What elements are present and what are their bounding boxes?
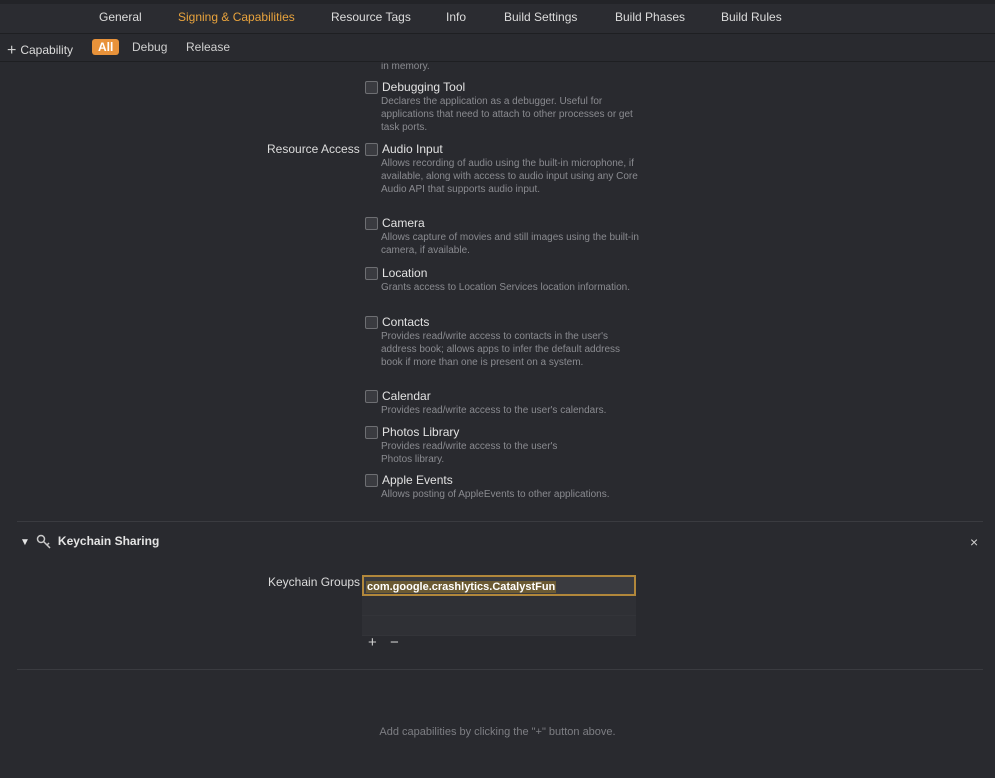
remove-keychain-group-button[interactable]: − bbox=[390, 634, 399, 651]
keychain-group-empty-row bbox=[362, 596, 636, 616]
location-title: Location bbox=[382, 266, 428, 280]
tab-build-phases[interactable]: Build Phases bbox=[615, 10, 685, 24]
photos-library-checkbox[interactable] bbox=[365, 426, 378, 439]
contacts-checkbox[interactable] bbox=[365, 316, 378, 329]
keychain-group-value[interactable]: com.google.crashlytics.CatalystFun bbox=[366, 581, 557, 593]
section-divider bbox=[17, 521, 983, 522]
truncated-description: in memory. bbox=[381, 62, 430, 72]
tab-bar-top-strip bbox=[0, 0, 995, 4]
section-divider bbox=[17, 669, 983, 670]
resource-access-label: Resource Access bbox=[267, 142, 360, 156]
add-capabilities-hint: Add capabilities by clicking the "+" but… bbox=[379, 726, 616, 738]
add-capability-label: Capability bbox=[20, 43, 74, 57]
photos-library-desc: Provides read/write access to the user's… bbox=[381, 441, 558, 465]
debugging-tool-title: Debugging Tool bbox=[382, 80, 466, 94]
filter-all[interactable]: All bbox=[92, 39, 120, 55]
keychain-sharing-title: Keychain Sharing bbox=[57, 534, 160, 549]
tab-info[interactable]: Info bbox=[446, 10, 466, 24]
audio-input-title: Audio Input bbox=[382, 142, 443, 156]
keychain-group-empty-row bbox=[362, 616, 636, 636]
calendar-checkbox[interactable] bbox=[365, 390, 378, 403]
location-desc: Grants access to Location Services locat… bbox=[381, 282, 631, 293]
calendar-title: Calendar bbox=[382, 389, 431, 403]
audio-input-desc: Allows recording of audio using the buil… bbox=[381, 158, 638, 195]
apple-events-checkbox[interactable] bbox=[365, 474, 378, 487]
location-checkbox[interactable] bbox=[365, 267, 378, 280]
keychain-group-row[interactable]: com.google.crashlytics.CatalystFun bbox=[362, 575, 636, 596]
filter-release[interactable]: Release bbox=[186, 40, 230, 54]
add-capability-button[interactable]: + Capability bbox=[7, 41, 73, 59]
apple-events-title: Apple Events bbox=[382, 473, 453, 487]
debugging-tool-desc: Declares the application as a debugger. … bbox=[381, 96, 633, 133]
keychain-groups-label: Keychain Groups bbox=[268, 575, 361, 589]
apple-events-desc: Allows posting of AppleEvents to other a… bbox=[381, 489, 610, 500]
tab-build-settings[interactable]: Build Settings bbox=[504, 10, 577, 24]
debugging-tool-checkbox[interactable] bbox=[365, 81, 378, 94]
camera-title: Camera bbox=[382, 216, 425, 230]
editor-tab-bar: General Signing & Capabilities Resource … bbox=[0, 0, 995, 34]
capabilities-scroll-area[interactable]: in memory. Debugging Tool Declares the a… bbox=[0, 62, 995, 778]
key-icon bbox=[36, 534, 51, 549]
tab-resource-tags[interactable]: Resource Tags bbox=[331, 10, 411, 24]
disclosure-triangle-icon[interactable]: ▼ bbox=[20, 537, 30, 548]
contacts-title: Contacts bbox=[382, 315, 430, 329]
tab-signing-capabilities[interactable]: Signing & Capabilities bbox=[178, 10, 295, 24]
capabilities-toolbar: + Capability All Debug Release bbox=[0, 34, 995, 62]
plus-icon: + bbox=[7, 42, 17, 59]
contacts-desc: Provides read/write access to contacts i… bbox=[381, 331, 621, 368]
calendar-desc: Provides read/write access to the user's… bbox=[381, 405, 607, 416]
keychain-sharing-header: ▼ Keychain Sharing bbox=[20, 534, 159, 550]
filter-debug[interactable]: Debug bbox=[132, 40, 167, 54]
add-keychain-group-button[interactable]: + bbox=[368, 634, 377, 651]
camera-desc: Allows capture of movies and still image… bbox=[381, 232, 639, 256]
tab-build-rules[interactable]: Build Rules bbox=[721, 10, 782, 24]
camera-checkbox[interactable] bbox=[365, 217, 378, 230]
keychain-groups-list: com.google.crashlytics.CatalystFun bbox=[362, 575, 636, 636]
photos-library-title: Photos Library bbox=[382, 425, 460, 439]
audio-input-checkbox[interactable] bbox=[365, 143, 378, 156]
tab-general[interactable]: General bbox=[99, 10, 142, 24]
remove-capability-close-icon[interactable]: × bbox=[970, 534, 978, 550]
